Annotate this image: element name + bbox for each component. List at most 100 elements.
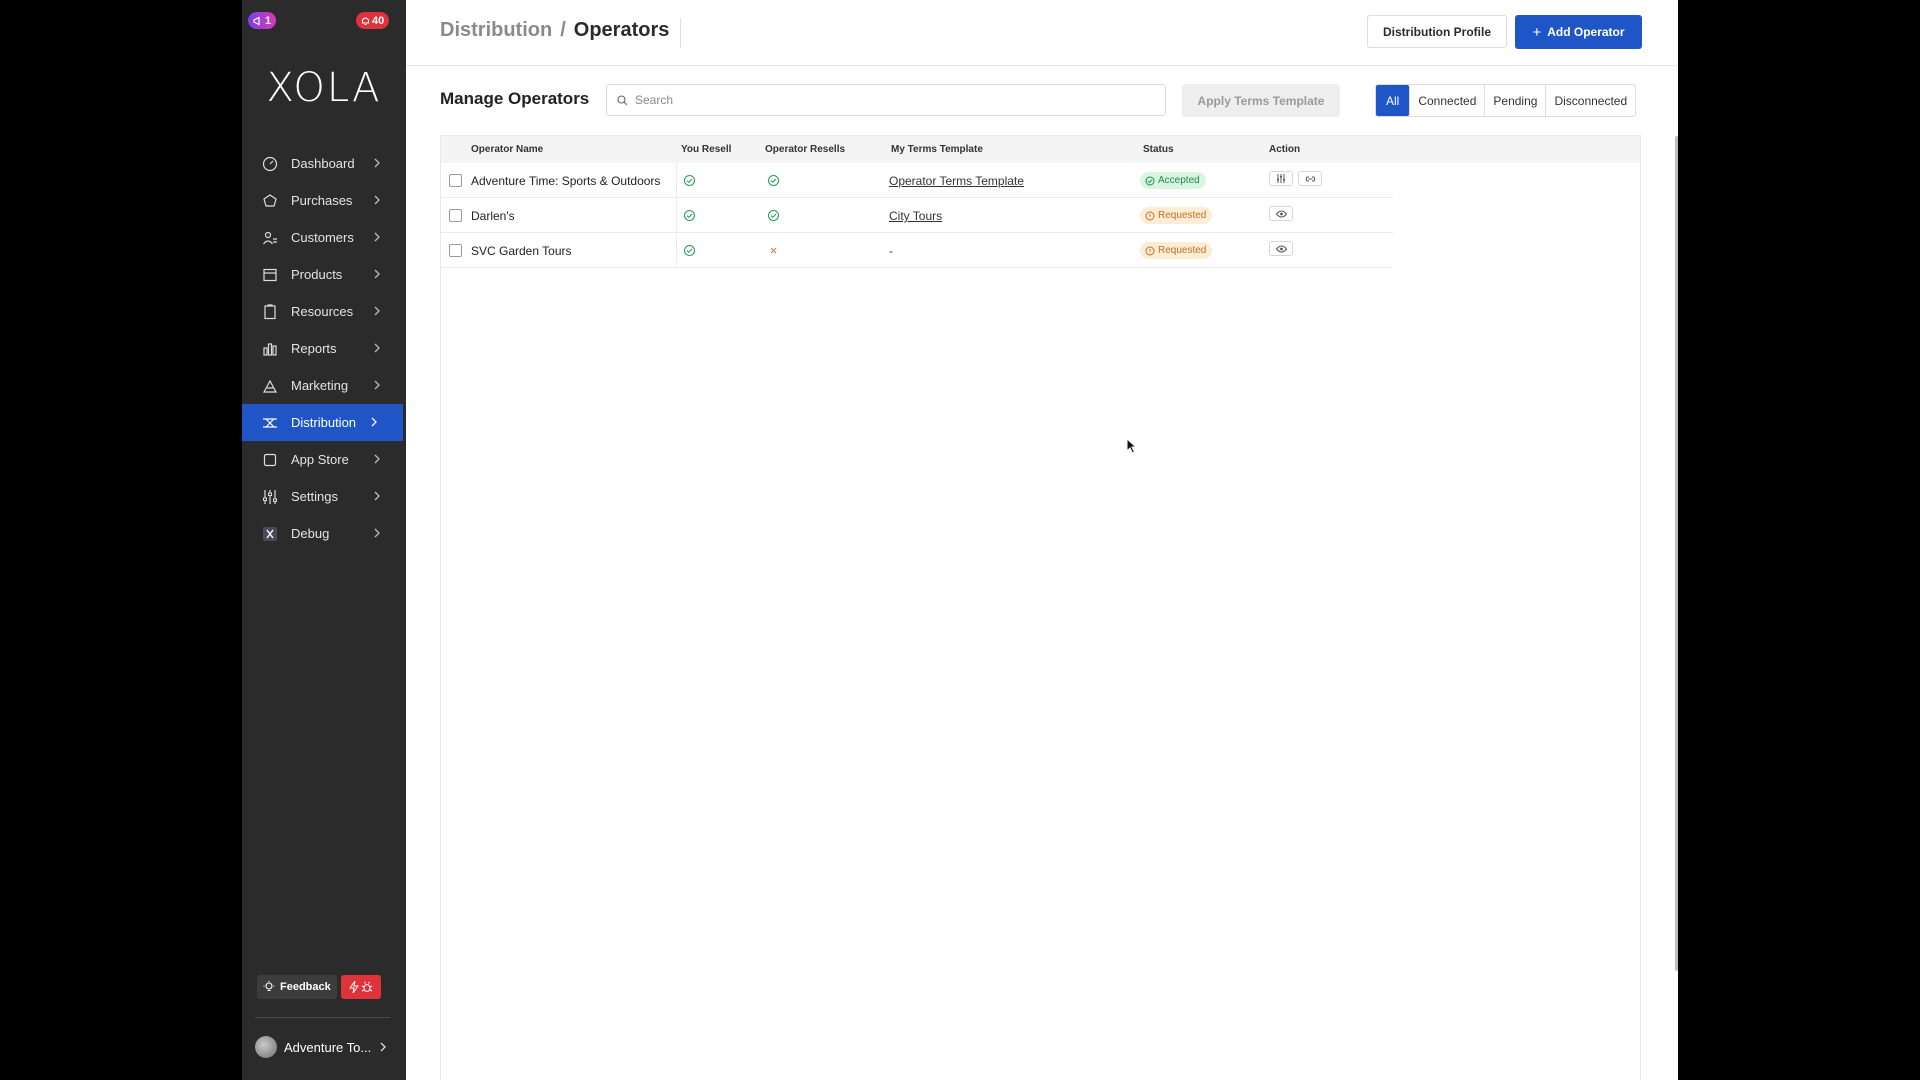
add-operator-button[interactable]: + Add Operator	[1515, 15, 1642, 49]
avatar	[255, 1036, 277, 1058]
eye-icon	[1275, 210, 1287, 217]
search-input[interactable]	[635, 93, 1135, 107]
status-text: Requested	[1158, 210, 1207, 221]
sidebar-item-reports[interactable]: Reports	[242, 330, 406, 367]
sidebar-item-products[interactable]: Products	[242, 256, 406, 293]
sidebar-item-settings[interactable]: Settings	[242, 478, 406, 515]
check-circle-icon	[683, 174, 696, 187]
search-box[interactable]	[606, 84, 1166, 116]
cell-divider	[676, 198, 677, 233]
sidebar-item-label: Purchases	[291, 193, 353, 208]
column-header-terms-template[interactable]: My Terms Template	[891, 144, 983, 155]
table-header: Operator Name You Resell Operator Resell…	[441, 136, 1640, 163]
sidebar-item-label: Products	[291, 267, 343, 282]
dashboard-icon	[261, 155, 279, 173]
breadcrumb-parent[interactable]: Distribution	[440, 19, 552, 42]
chevron-right-icon	[374, 380, 380, 390]
add-operator-label: Add Operator	[1547, 25, 1625, 39]
operator-name: Adventure Time: Sports & Outdoors	[471, 174, 661, 188]
xola-logo[interactable]: XOLA	[242, 65, 406, 111]
operators-table: Operator Name You Resell Operator Resell…	[440, 135, 1641, 1080]
info-circle-icon	[1145, 246, 1155, 255]
settings-action-button[interactable]	[1269, 171, 1293, 186]
header-divider	[680, 18, 681, 48]
section-title: Manage Operators	[440, 89, 590, 108]
page-header: Distribution / Operators Distribution Pr…	[406, 0, 1678, 66]
status-badge: Requested	[1140, 207, 1213, 224]
chevron-right-icon	[374, 454, 380, 464]
operator-name: SVC Garden Tours	[471, 244, 572, 258]
settings-icon	[261, 488, 279, 506]
marketing-icon	[261, 377, 279, 395]
sidebar-item-customers[interactable]: Customers	[242, 219, 406, 256]
terms-template-link[interactable]: City Tours	[889, 209, 942, 223]
sliders-icon	[1277, 174, 1285, 183]
bell-icon	[361, 16, 370, 25]
sidebar-item-purchases[interactable]: Purchases	[242, 182, 406, 219]
plus-icon: +	[1532, 23, 1542, 41]
sidebar-item-marketing[interactable]: Marketing	[242, 367, 406, 404]
filter-connected[interactable]: Connected	[1409, 85, 1484, 116]
chevron-right-icon	[374, 232, 380, 242]
link-action-button[interactable]	[1298, 171, 1322, 186]
sidebar-item-label: App Store	[291, 452, 349, 467]
column-header-status[interactable]: Status	[1143, 144, 1174, 155]
chevron-right-icon	[371, 417, 377, 427]
chevron-right-icon	[374, 158, 380, 168]
column-header-you-resell[interactable]: You Resell	[681, 144, 731, 155]
account-switcher[interactable]: Adventure To...	[255, 1036, 388, 1058]
view-action-button[interactable]	[1269, 206, 1293, 221]
sidebar-item-resources[interactable]: Resources	[242, 293, 406, 330]
status-text: Accepted	[1158, 175, 1200, 186]
bug-icon	[361, 981, 372, 992]
lightning-icon	[348, 981, 359, 993]
chevron-right-icon	[374, 343, 380, 353]
sidebar-nav: Dashboard Purchases Customers Products R	[242, 145, 406, 552]
status-badge: Accepted	[1140, 172, 1206, 189]
report-bug-button[interactable]	[340, 975, 381, 999]
feedback-button[interactable]: Feedback	[257, 975, 337, 999]
notification-badge[interactable]: 40	[356, 12, 390, 29]
sidebar-item-label: Reports	[291, 341, 337, 356]
eye-icon	[1275, 245, 1287, 252]
alert-badge[interactable]: 1	[248, 12, 277, 29]
sidebar-item-distribution[interactable]: Distribution	[242, 404, 403, 441]
view-action-button[interactable]	[1269, 241, 1293, 256]
sidebar-item-app-store[interactable]: App Store	[242, 441, 406, 478]
sidebar-item-debug[interactable]: Debug	[242, 515, 406, 552]
page-scrollbar[interactable]	[1675, 136, 1678, 971]
sidebar-item-dashboard[interactable]: Dashboard	[242, 145, 406, 182]
sidebar: 1 40 XOLA Dashboard Purchases Customers	[242, 0, 406, 1080]
status-filter-tabs: All Connected Pending Disconnected	[1375, 84, 1637, 117]
column-header-operator-resells[interactable]: Operator Resells	[765, 144, 845, 155]
cell-divider	[676, 233, 677, 268]
lightbulb-icon	[263, 981, 275, 992]
sidebar-item-label: Distribution	[291, 415, 357, 430]
account-name: Adventure To...	[284, 1039, 372, 1055]
row-checkbox[interactable]	[449, 174, 462, 187]
apply-terms-template-button[interactable]: Apply Terms Template	[1182, 84, 1340, 117]
filter-disconnected[interactable]: Disconnected	[1545, 85, 1635, 116]
resources-icon	[261, 303, 279, 321]
page-title: Operators	[573, 19, 670, 41]
status-badge: Requested	[1140, 242, 1213, 259]
status-text: Requested	[1158, 245, 1207, 256]
purchases-icon	[261, 192, 279, 210]
filter-pending[interactable]: Pending	[1484, 85, 1545, 116]
app-store-icon	[261, 451, 279, 469]
sidebar-footer-actions: Feedback	[257, 975, 381, 999]
chevron-right-icon	[380, 1042, 387, 1052]
column-header-operator-name[interactable]: Operator Name	[471, 144, 543, 155]
row-checkbox[interactable]	[449, 209, 462, 222]
feedback-label: Feedback	[280, 981, 331, 993]
sidebar-divider	[255, 1017, 390, 1018]
products-icon	[261, 266, 279, 284]
sidebar-item-label: Customers	[291, 230, 354, 245]
terms-template-link[interactable]: Operator Terms Template	[889, 174, 1024, 188]
distribution-profile-button[interactable]: Distribution Profile	[1367, 15, 1507, 48]
debug-icon	[261, 525, 279, 543]
row-checkbox[interactable]	[449, 244, 462, 257]
info-circle-icon	[1145, 211, 1155, 220]
reports-icon	[261, 340, 279, 358]
filter-all[interactable]: All	[1376, 85, 1410, 116]
